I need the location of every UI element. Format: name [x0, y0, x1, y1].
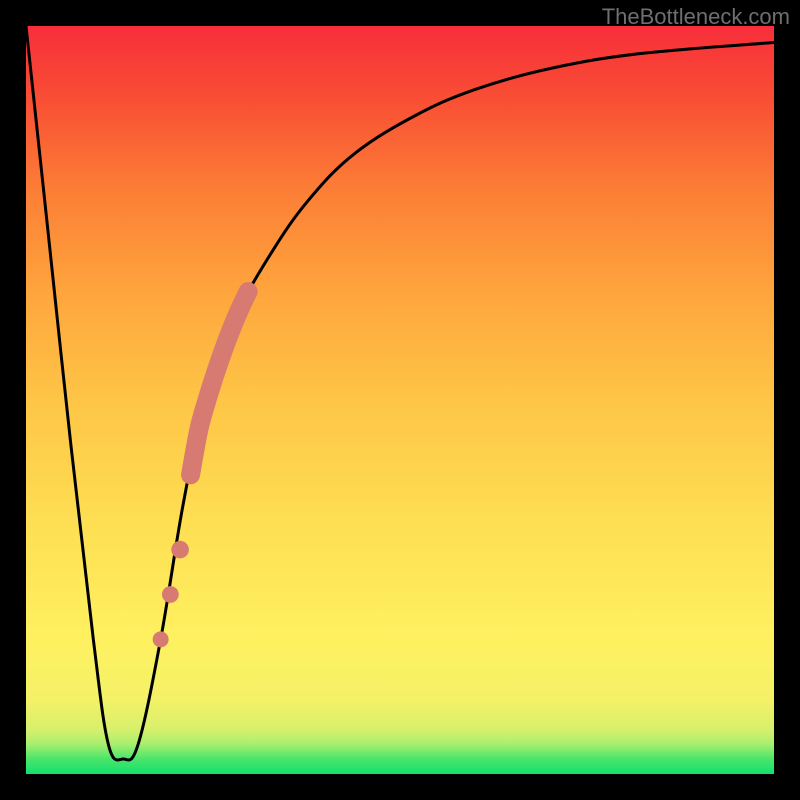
bottleneck-chart: TheBottleneck.com	[0, 0, 800, 800]
plot-area	[26, 26, 774, 774]
